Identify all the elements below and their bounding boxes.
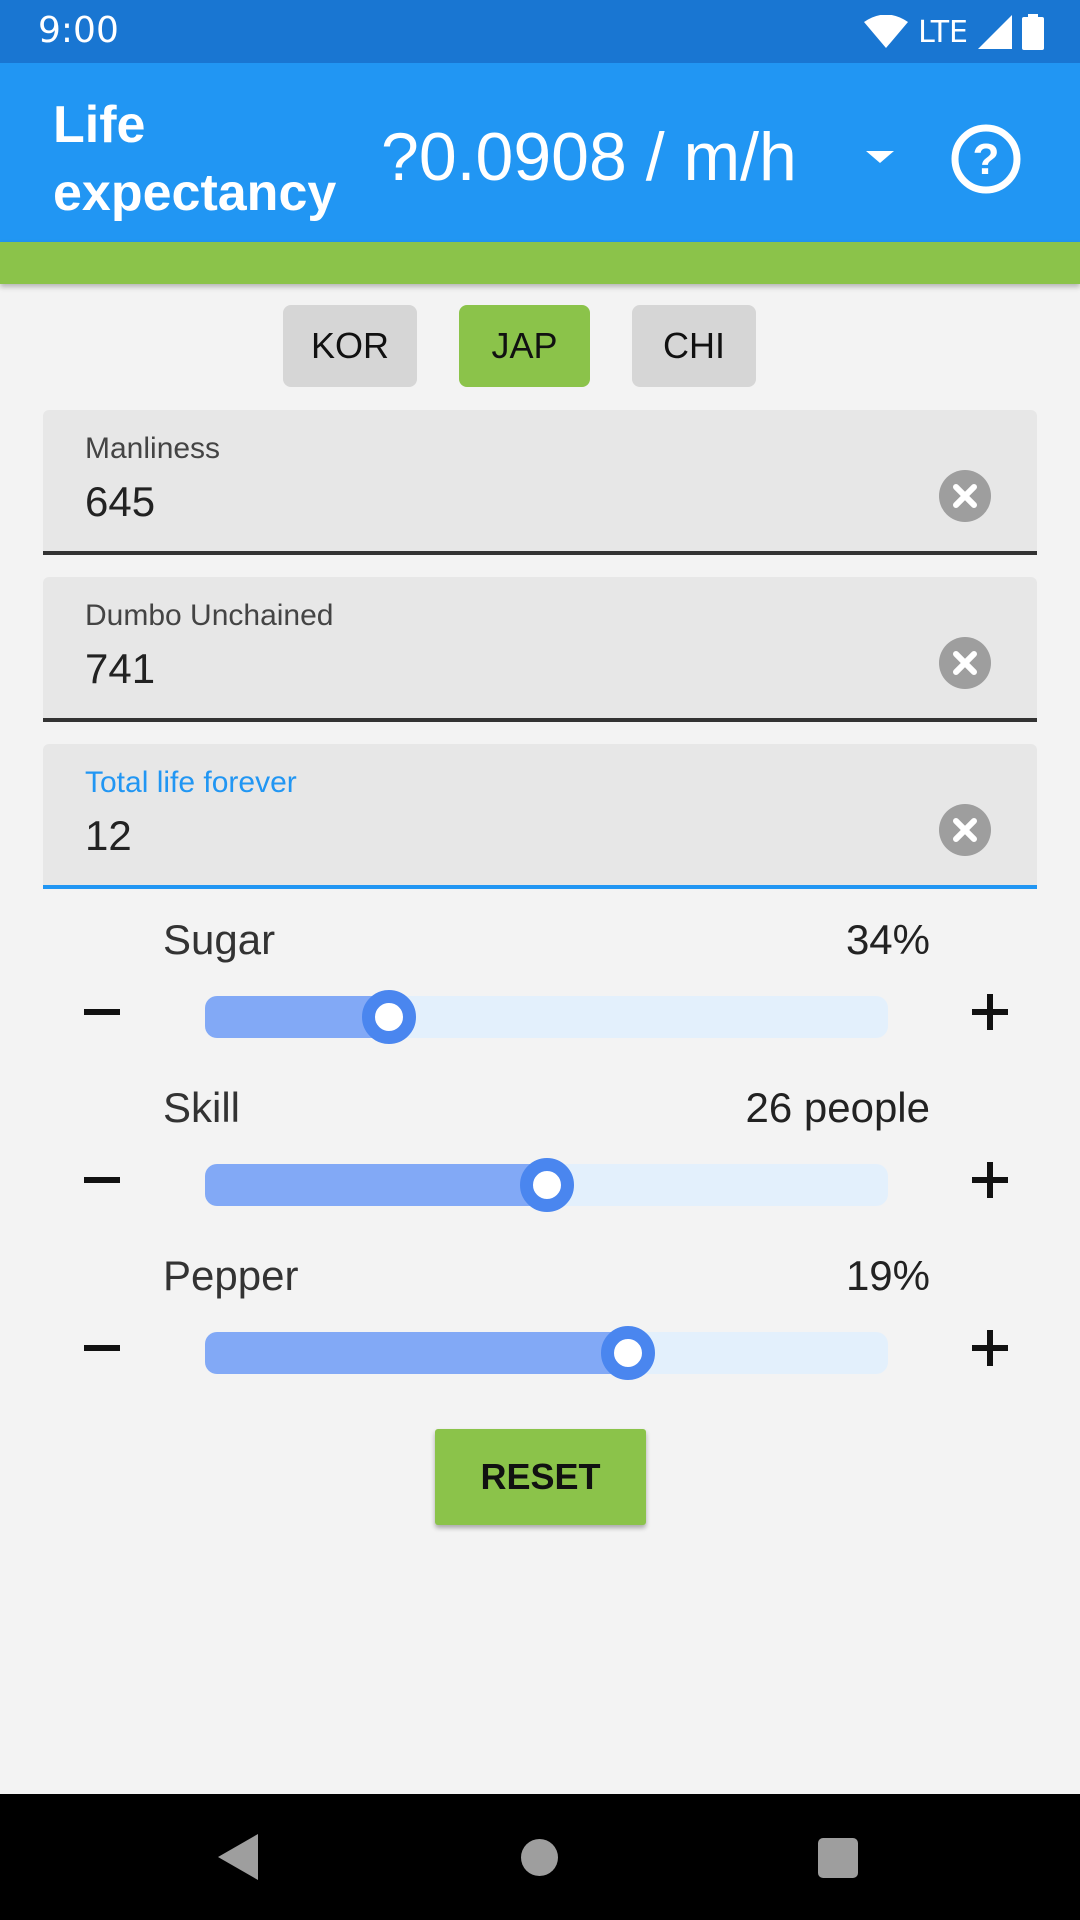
help-icon[interactable]: ? <box>950 123 1022 195</box>
manliness-field[interactable]: Manliness 645 <box>43 410 1037 555</box>
sugar-increase-button[interactable] <box>972 994 1008 1030</box>
dumbo-unchained-field[interactable]: Dumbo Unchained 741 <box>43 577 1037 722</box>
tab-kor[interactable]: KOR <box>283 305 417 387</box>
slider-value-pepper: 19% <box>845 1252 930 1299</box>
field-value[interactable]: 741 <box>85 645 155 693</box>
total-life-forever-field[interactable]: Total life forever 12 <box>43 744 1037 889</box>
slider-label-sugar: Sugar <box>163 916 276 963</box>
skill-slider[interactable] <box>205 1158 888 1212</box>
field-label: Manliness <box>85 432 221 465</box>
battery-icon <box>1022 14 1044 50</box>
skill-decrease-button[interactable] <box>84 1177 120 1183</box>
slider-thumb[interactable] <box>362 990 417 1044</box>
tab-jap[interactable]: JAP <box>459 305 590 387</box>
app-title: Life expectancy <box>53 96 337 222</box>
pepper-increase-button[interactable] <box>972 1330 1008 1366</box>
svg-text:?: ? <box>973 135 1000 184</box>
wifi-icon <box>864 15 909 48</box>
sugar-decrease-button[interactable] <box>84 1009 120 1015</box>
slider-thumb[interactable] <box>519 1158 574 1212</box>
pepper-decrease-button[interactable] <box>84 1345 120 1351</box>
field-label: Dumbo Unchained <box>85 599 334 632</box>
clear-icon[interactable] <box>939 637 991 689</box>
slider-value-skill: 26 people <box>745 1084 930 1131</box>
field-value[interactable]: 645 <box>85 478 155 526</box>
network-type-label: LTE <box>918 14 968 50</box>
navigation-bar <box>0 1794 1080 1920</box>
pepper-slider[interactable] <box>205 1326 888 1380</box>
field-value[interactable]: 12 <box>85 812 132 860</box>
slider-fill <box>205 1332 629 1374</box>
slider-label-skill: Skill <box>163 1084 241 1131</box>
skill-increase-button[interactable] <box>972 1162 1008 1198</box>
slider-value-sugar: 34% <box>845 916 930 963</box>
slider-thumb[interactable] <box>601 1326 656 1380</box>
dropdown-arrow-icon[interactable] <box>864 145 896 169</box>
clear-icon[interactable] <box>939 804 991 856</box>
rate-display: ?0.0908 / m/h <box>381 119 797 195</box>
sugar-slider[interactable] <box>205 990 888 1044</box>
home-icon[interactable] <box>521 1839 558 1876</box>
app-bar: Life expectancy ?0.0908 / m/h ? <box>0 63 1080 242</box>
recents-icon[interactable] <box>818 1838 858 1878</box>
status-time: 9:00 <box>38 10 119 51</box>
tab-chi[interactable]: CHI <box>632 305 756 387</box>
field-label: Total life forever <box>85 766 297 799</box>
status-icons: LTE <box>864 12 1044 52</box>
slider-fill <box>205 1164 547 1206</box>
slider-label-pepper: Pepper <box>163 1252 299 1299</box>
back-icon[interactable] <box>218 1834 258 1880</box>
accent-strip <box>0 242 1080 284</box>
status-bar: 9:00 LTE <box>0 0 1080 63</box>
clear-icon[interactable] <box>939 470 991 522</box>
reset-button[interactable]: RESET <box>435 1429 646 1525</box>
signal-icon <box>978 15 1012 49</box>
